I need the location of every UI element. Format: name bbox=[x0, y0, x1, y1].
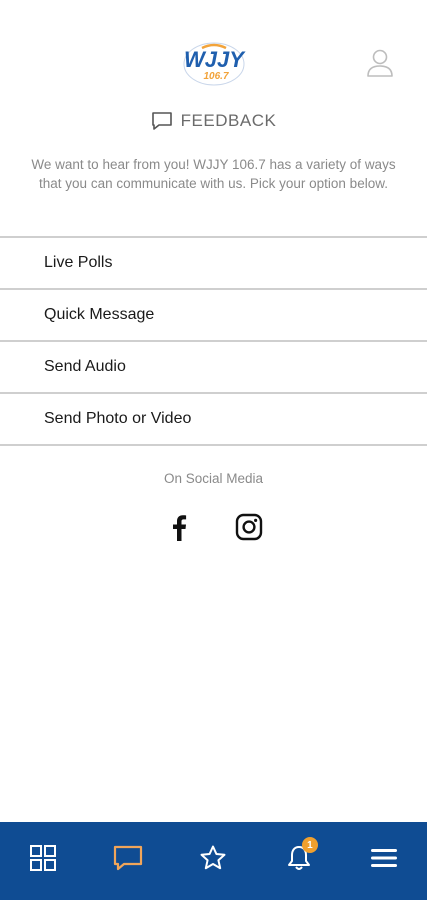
logo-main-text: WJJY bbox=[184, 47, 246, 72]
notification-badge: 1 bbox=[301, 837, 318, 853]
nav-notifications[interactable]: 1 bbox=[269, 828, 329, 888]
option-send-audio[interactable]: Send Audio bbox=[0, 342, 427, 394]
chat-icon bbox=[113, 845, 143, 871]
facebook-icon bbox=[172, 515, 186, 541]
social-icons bbox=[0, 512, 427, 544]
menu-icon bbox=[371, 849, 398, 867]
option-quick-message[interactable]: Quick Message bbox=[0, 290, 427, 342]
feedback-options-list: Live Polls Quick Message Send Audio Send… bbox=[0, 236, 427, 446]
account-button[interactable] bbox=[364, 46, 396, 80]
header: WJJY 106.7 bbox=[0, 0, 427, 100]
social-title: On Social Media bbox=[163, 471, 264, 486]
page-title: FEEDBACK bbox=[0, 108, 427, 134]
instagram-link[interactable] bbox=[234, 512, 264, 542]
user-icon bbox=[367, 49, 393, 77]
bottom-navigation: 1 bbox=[0, 822, 427, 900]
logo-graphic: WJJY 106.7 bbox=[183, 42, 246, 86]
nav-feedback[interactable] bbox=[98, 828, 158, 888]
instagram-icon bbox=[235, 513, 262, 541]
station-logo[interactable]: WJJY 106.7 bbox=[176, 40, 252, 90]
chat-icon bbox=[151, 112, 172, 130]
nav-home[interactable] bbox=[13, 828, 73, 888]
app-screen: WJJY 106.7 FEEDBACK We want to hear from… bbox=[0, 0, 427, 900]
option-send-photo-video[interactable]: Send Photo or Video bbox=[0, 394, 427, 446]
intro-text: We want to hear from you! WJJY 106.7 has… bbox=[31, 157, 396, 191]
grid-icon bbox=[29, 845, 56, 871]
page-title-text: FEEDBACK bbox=[180, 111, 277, 130]
star-icon bbox=[200, 845, 226, 870]
option-live-polls[interactable]: Live Polls bbox=[0, 238, 427, 290]
nav-favorites[interactable] bbox=[183, 828, 243, 888]
facebook-link[interactable] bbox=[164, 512, 194, 542]
logo-frequency-text: 106.7 bbox=[203, 71, 228, 82]
nav-menu[interactable] bbox=[354, 828, 414, 888]
